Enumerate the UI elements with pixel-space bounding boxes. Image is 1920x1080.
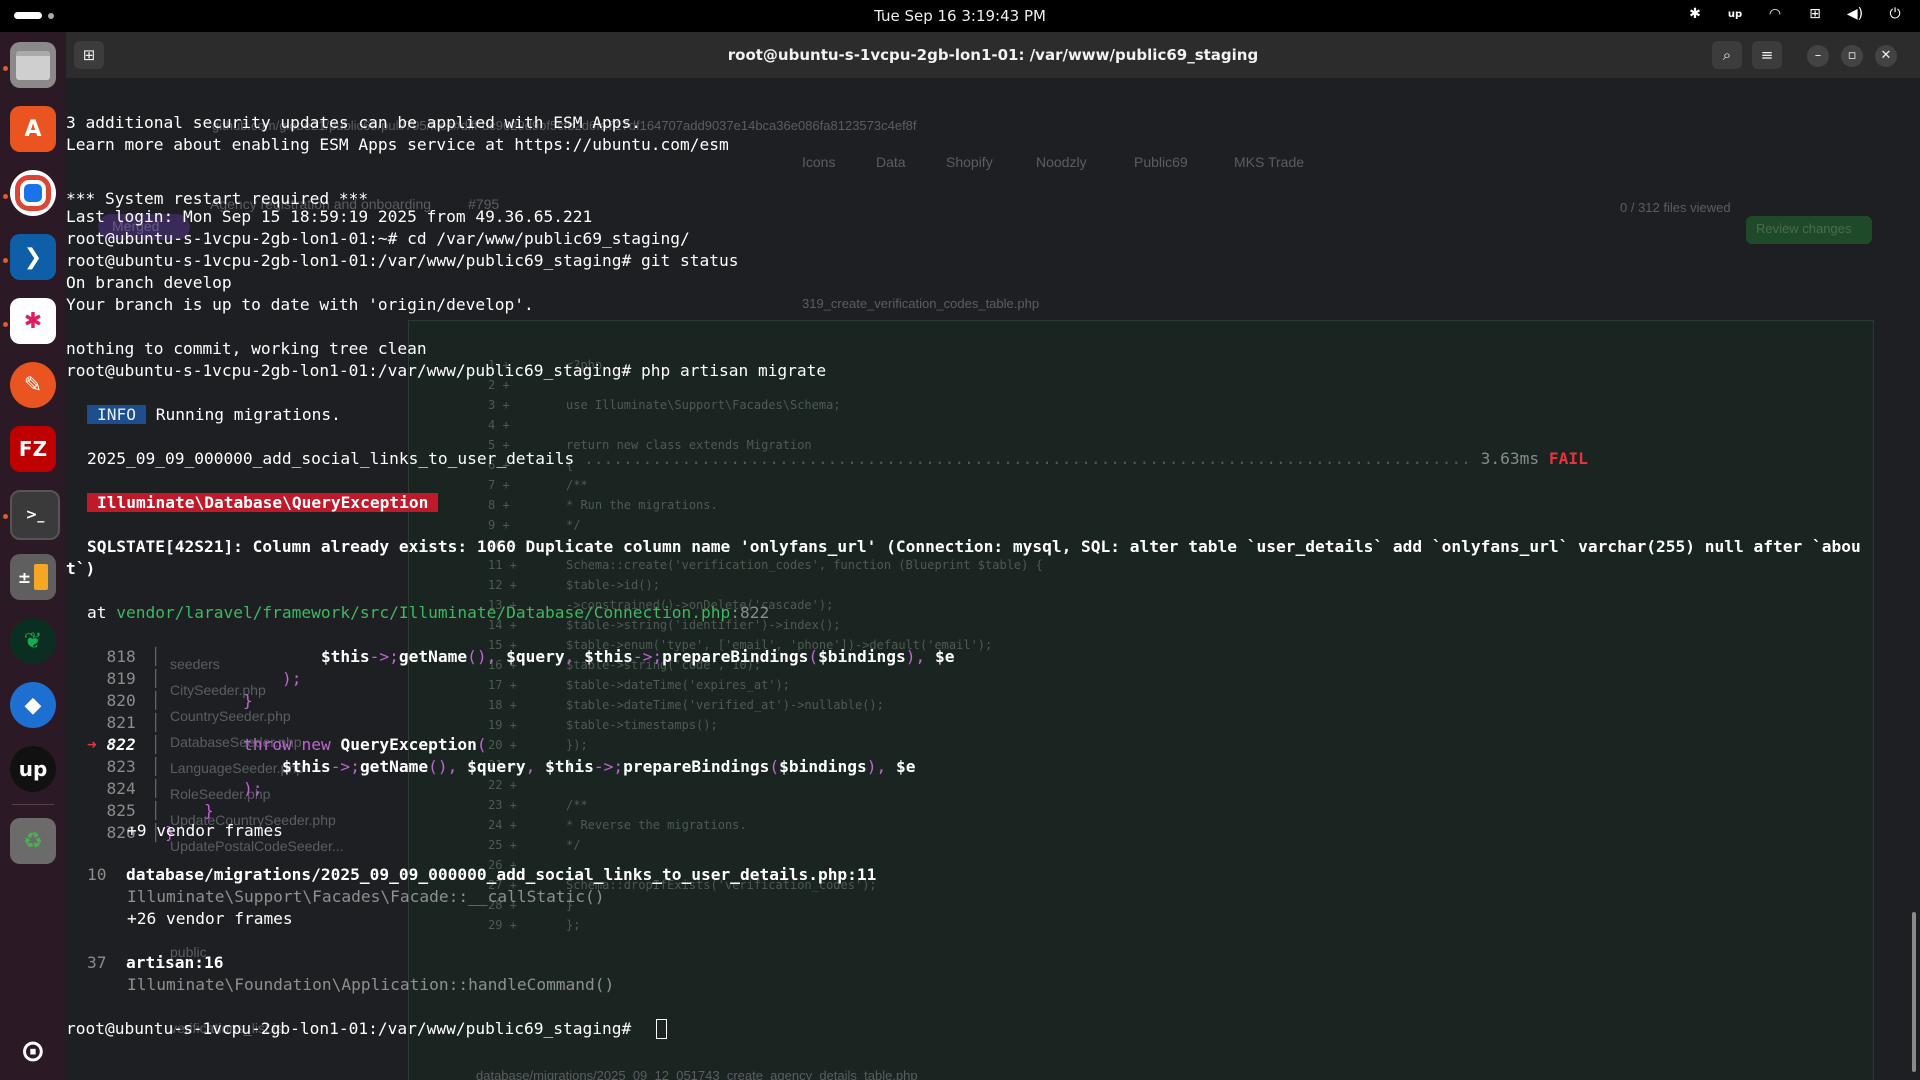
clean-tree-line: nothing to commit, working tree clean (66, 339, 427, 358)
frame-37-path: artisan:16 (126, 953, 224, 972)
upwork-icon[interactable]: up (10, 746, 56, 792)
info-badge: INFO (87, 405, 146, 424)
terminal-scrollbar[interactable] (1912, 912, 1916, 1072)
cmd-cd: root@ubuntu-s-1vcpu-2gb-lon1-01:~# cd /v… (66, 229, 690, 248)
frame-37-call: Illuminate\Foundation\Application::handl… (127, 975, 615, 994)
sqlstate-line-1: SQLSTATE[42S21]: Column already exists: … (87, 537, 1861, 556)
migration-time: 3.63ms (1480, 449, 1540, 468)
exception-row: Illuminate\Database\QueryException (87, 492, 439, 514)
vendor-frames-26: +26 vendor frames (127, 909, 293, 928)
text-cursor (656, 1019, 667, 1039)
migration-dots: ........................................… (574, 449, 1471, 468)
trash-icon[interactable]: ♻ (10, 818, 56, 864)
window-title: root@ubuntu-s-1vcpu-2gb-lon1-01: /var/ww… (727, 46, 1259, 64)
search-icon[interactable]: ⌕ (1712, 41, 1742, 69)
filezilla-icon[interactable]: FZ (10, 426, 56, 472)
exception-badge: Illuminate\Database\QueryException (87, 493, 439, 512)
frame-10-num: 10 (87, 865, 107, 884)
running-indicator (3, 322, 8, 327)
source-line: 821 ▏ (106, 713, 166, 732)
migration-row: 2025_09_09_000000_add_social_links_to_us… (87, 448, 1588, 470)
app-center-icon[interactable]: A (10, 106, 56, 152)
upwork-tray-icon[interactable]: up (1726, 9, 1744, 20)
source-line: 824 ▏ ); (106, 779, 263, 798)
dock: A ❯ ✱ ✎ FZ >_ ± ❦ ◆ up ♻ ⊙ (0, 32, 66, 1080)
close-icon[interactable]: ✕ (1875, 45, 1897, 67)
source-line: 819 ▏ ); (106, 669, 302, 688)
terminal-window: ⊞ root@ubuntu-s-1vcpu-2gb-lon1-01: /var/… (66, 32, 1920, 1080)
terminal-output[interactable]: 3 additional security updates can be app… (66, 78, 1920, 1080)
minimize-icon[interactable]: – (1807, 45, 1829, 67)
drawing-icon[interactable]: ✎ (10, 362, 56, 408)
source-line: 818 ▏ $this->;getName(), $query, $this->… (106, 647, 955, 666)
vpn-icon[interactable]: ◠ (1766, 6, 1784, 22)
menu-icon[interactable]: ≡ (1752, 41, 1782, 69)
calculator-icon[interactable]: ± (10, 554, 56, 600)
top-bar: Tue Sep 16 3:19:43 PM ✱ up ◠ ⊞ ◀) ⏻ (0, 0, 1920, 32)
frame-10-call: Illuminate\Support\Facades\Facade::__cal… (127, 887, 605, 906)
running-indicator (3, 194, 8, 199)
at-line: :822 (730, 603, 770, 622)
running-indicator (3, 514, 8, 519)
frame-10: 10 database/migrations/2025_09_09_000000… (87, 864, 876, 886)
up-to-date-line: Your branch is up to date with 'origin/d… (66, 295, 534, 314)
cmd-git-status: root@ubuntu-s-1vcpu-2gb-lon1-01:/var/www… (66, 251, 739, 270)
title-bar[interactable]: ⊞ root@ubuntu-s-1vcpu-2gb-lon1-01: /var/… (66, 32, 1920, 79)
volume-icon[interactable]: ◀) (1846, 6, 1864, 22)
terminal-icon[interactable]: >_ (10, 490, 60, 540)
source-line: ➜ 822 ▏ throw new QueryException( (87, 735, 487, 754)
at-path: vendor/laravel/framework/src/Illuminate/… (116, 603, 731, 622)
migration-fail-status: FAIL (1548, 449, 1588, 468)
show-apps-icon[interactable]: ⊙ (10, 1028, 56, 1074)
running-indicator (3, 66, 8, 71)
network-icon[interactable]: ⊞ (1806, 6, 1824, 22)
running-migrations: Running migrations. (155, 405, 341, 424)
at-row: at vendor/laravel/framework/src/Illumina… (87, 602, 769, 624)
source-line: 825 ▏ } (106, 801, 214, 820)
at-label: at (87, 603, 107, 622)
esm-line-1: 3 additional security updates can be app… (66, 113, 641, 132)
frame-37-num: 37 (87, 953, 107, 972)
maximize-icon[interactable]: ▫ (1841, 45, 1863, 67)
running-indicator (3, 258, 8, 263)
sqlstate-line-2: t`) (66, 559, 96, 578)
migration-name: 2025_09_09_000000_add_social_links_to_us… (87, 449, 575, 468)
cmd-migrate: root@ubuntu-s-1vcpu-2gb-lon1-01:/var/www… (66, 361, 827, 380)
files-icon[interactable] (10, 42, 56, 88)
frame-37: 37 artisan:16 (87, 952, 223, 974)
vscode-icon[interactable]: ❯ (10, 234, 56, 280)
frame-10-path: database/migrations/2025_09_09_000000_ad… (126, 865, 877, 884)
shell-prompt[interactable]: root@ubuntu-s-1vcpu-2gb-lon1-01:/var/www… (66, 1018, 641, 1040)
source-line: 823 ▏ $this->;getName(), $query, $this->… (106, 757, 916, 776)
last-login: Last login: Mon Sep 15 18:59:19 2025 fro… (66, 207, 593, 226)
slack-tray-icon[interactable]: ✱ (1686, 6, 1704, 22)
app-tool-icon[interactable]: ◆ (10, 682, 56, 728)
vendor-frames-9: +9 vendor frames (127, 821, 283, 840)
clock[interactable]: Tue Sep 16 3:19:43 PM (0, 7, 1920, 25)
dock-separator (12, 804, 54, 805)
branch-line: On branch develop (66, 273, 232, 292)
slack-icon[interactable]: ✱ (10, 298, 56, 344)
chrome-icon[interactable] (10, 170, 56, 216)
info-row: INFO Running migrations. (87, 404, 341, 426)
esm-line-2: Learn more about enabling ESM Apps servi… (66, 135, 729, 154)
mongodb-compass-icon[interactable]: ❦ (10, 618, 56, 664)
source-line: 820 ▏ } (106, 691, 253, 710)
system-tray[interactable]: ✱ up ◠ ⊞ ◀) ⏻ (1686, 6, 1904, 22)
power-icon[interactable]: ⏻ (1886, 6, 1904, 22)
